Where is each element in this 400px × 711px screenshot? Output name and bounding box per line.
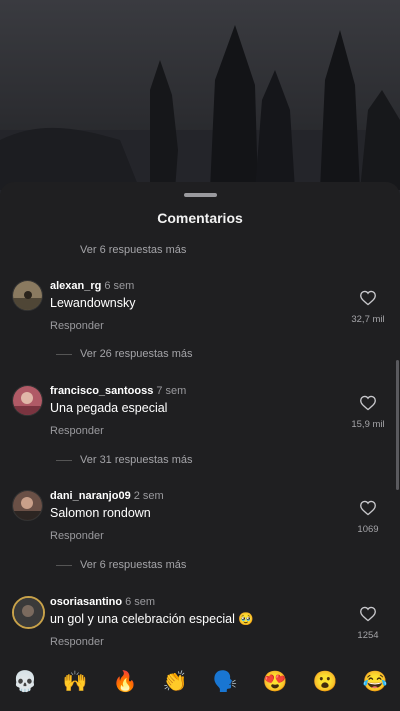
comment-text: Una pegada especial	[50, 401, 168, 415]
like-count: 15,9 mil	[351, 419, 385, 430]
reply-button[interactable]: Responder	[50, 530, 104, 542]
reply-button[interactable]: Responder	[50, 636, 104, 648]
emoji-laughing[interactable]: 😂	[360, 670, 390, 694]
like-button[interactable]: 1069	[348, 500, 388, 535]
avatar[interactable]	[12, 490, 43, 521]
comment-text: un gol y una celebración especial 🥹	[50, 612, 254, 626]
view-more-replies[interactable]: Ver 26 respuestas más	[56, 348, 193, 360]
like-count: 1069	[357, 524, 379, 535]
reply-button[interactable]: Responder	[50, 320, 104, 332]
like-button[interactable]: 15,9 mil	[348, 395, 388, 430]
avatar[interactable]	[12, 280, 43, 311]
comment-time: 6 sem	[125, 596, 156, 608]
heart-icon	[360, 606, 376, 622]
scrollbar[interactable]	[396, 360, 399, 490]
emoji-clapping[interactable]: 👏	[160, 670, 190, 694]
like-button[interactable]: 32,7 mil	[348, 290, 388, 325]
comment-time: 6 sem	[104, 280, 135, 292]
view-more-replies-label: Ver 6 respuestas más	[80, 244, 187, 256]
view-more-replies-label: Ver 6 respuestas más	[80, 559, 187, 571]
trees-silhouette	[0, 25, 400, 200]
comment-item: dani_naranjo09 2 sem Salomon rondown Resp…	[0, 490, 400, 570]
like-button[interactable]: 1254	[348, 606, 388, 641]
view-more-replies-label: Ver 31 respuestas más	[80, 454, 193, 466]
video-background	[0, 0, 400, 200]
view-more-replies[interactable]: Ver 6 respuestas más	[56, 244, 186, 256]
view-more-replies[interactable]: Ver 6 respuestas más	[56, 559, 186, 571]
comment-time: 2 sem	[133, 490, 164, 502]
heart-icon	[360, 395, 376, 411]
comment-text: Salomon rondown	[50, 506, 151, 520]
view-more-replies-label: Ver 26 respuestas más	[80, 348, 193, 360]
emoji-skull[interactable]: 💀	[10, 670, 40, 694]
heart-icon	[360, 290, 376, 306]
avatar[interactable]	[12, 596, 45, 629]
quick-emoji-bar: 💀 🙌 🔥 👏 🗣️ 😍 😮 😂	[0, 662, 400, 702]
view-more-replies[interactable]: Ver 31 respuestas más	[56, 454, 193, 466]
emoji-surprised[interactable]: 😮	[310, 670, 340, 694]
emoji-fire[interactable]: 🔥	[110, 670, 140, 694]
emoji-raised-hands[interactable]: 🙌	[60, 670, 90, 694]
emoji-speaking-head[interactable]: 🗣️	[210, 670, 240, 694]
comment-item: francisco_santooss 7 sem Una pegada espec…	[0, 385, 400, 465]
comments-sheet: Comentarios Ver 6 respuestas más alexan_…	[0, 182, 400, 711]
heart-icon	[360, 500, 376, 516]
comment-time: 7 sem	[156, 385, 187, 397]
like-count: 32,7 mil	[351, 314, 385, 325]
comment-username[interactable]: alexan_rg 6 sem	[50, 280, 134, 292]
sheet-title: Comentarios	[157, 210, 243, 226]
avatar[interactable]	[12, 385, 43, 416]
comment-username[interactable]: osoriasantino 6 sem	[50, 596, 155, 608]
comment-username[interactable]: francisco_santooss 7 sem	[50, 385, 186, 397]
comment-text: Lewandownsky	[50, 296, 136, 310]
emoji-heart-eyes[interactable]: 😍	[260, 670, 290, 694]
sheet-drag-handle[interactable]	[184, 193, 217, 197]
comment-username[interactable]: dani_naranjo09 2 sem	[50, 490, 164, 502]
reply-button[interactable]: Responder	[50, 425, 104, 437]
like-count: 1254	[357, 630, 379, 641]
